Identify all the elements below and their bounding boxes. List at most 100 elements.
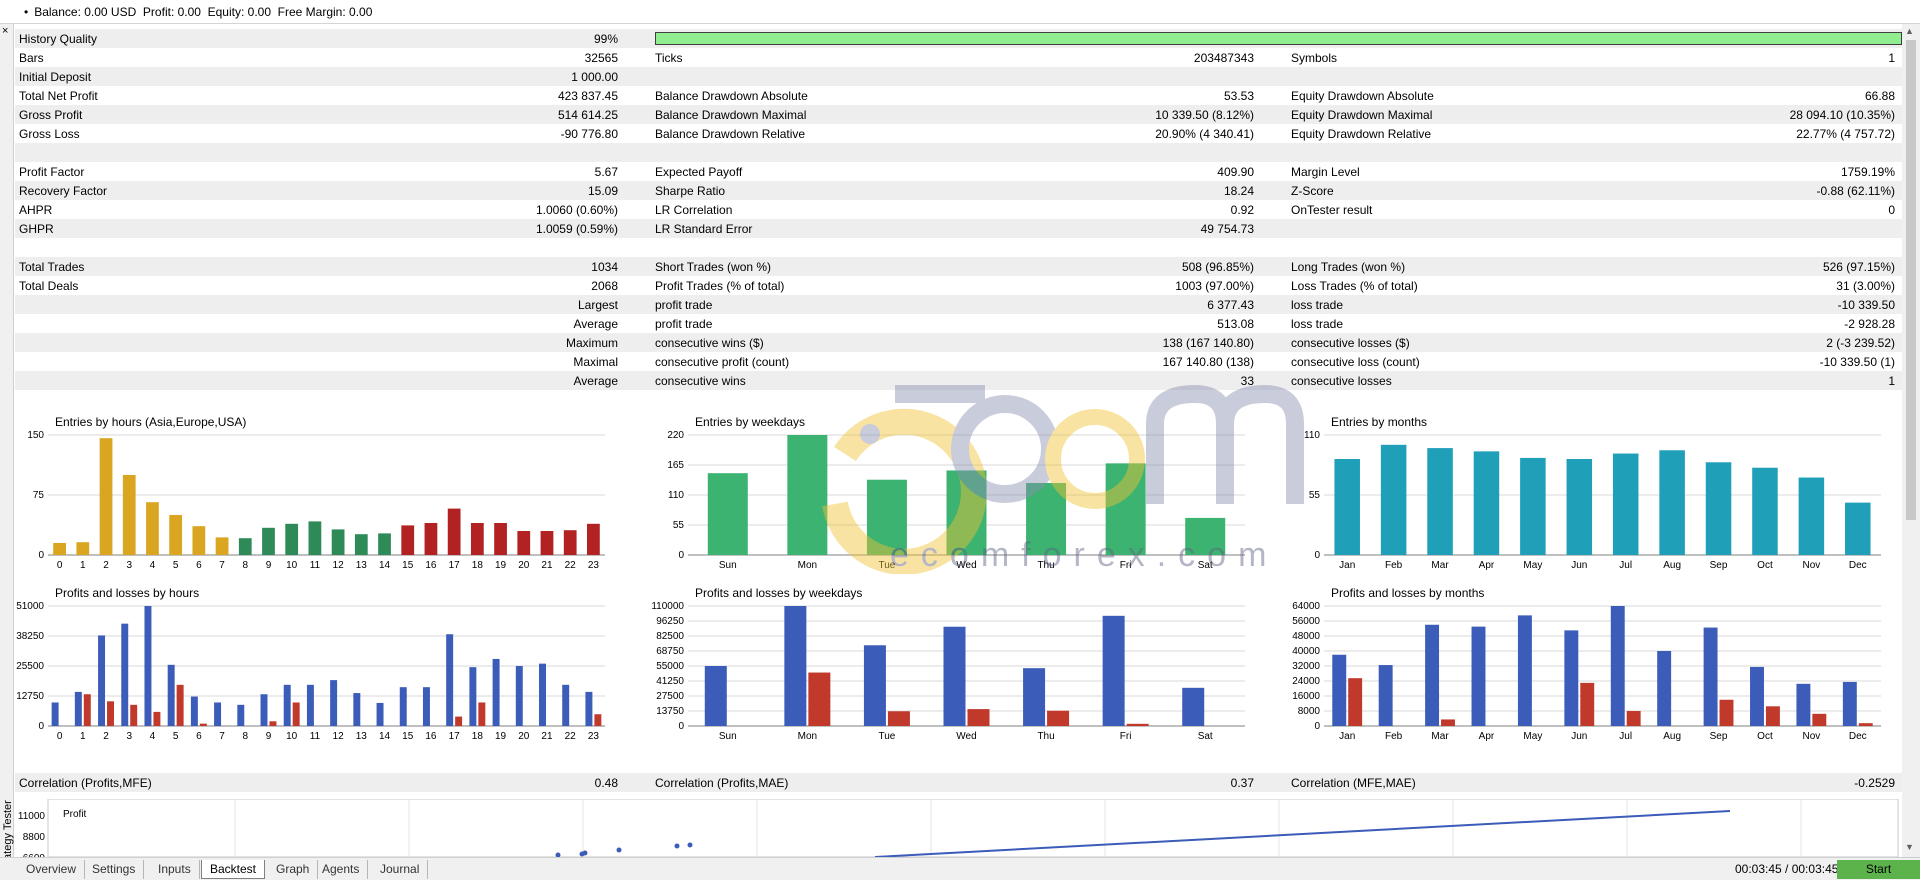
elapsed-timer: 00:03:45 / 00:03:45 xyxy=(1735,862,1839,876)
x-tick-label: 19 xyxy=(495,560,507,571)
stat-value: 20.90% (4 340.41) xyxy=(1155,127,1254,141)
profit-bar xyxy=(144,606,152,726)
tab-settings[interactable]: Settings xyxy=(84,860,145,879)
x-tick-label: 14 xyxy=(379,731,391,742)
stat-label: Balance Drawdown Absolute xyxy=(655,89,808,103)
x-tick-label: 7 xyxy=(219,731,225,742)
y-tick-label: 8800 xyxy=(23,832,46,843)
stat-value: 28 094.10 (10.35%) xyxy=(1789,108,1895,122)
x-tick-label: Jun xyxy=(1571,560,1587,571)
scrollbar-thumb[interactable] xyxy=(1906,40,1916,520)
entries-bar xyxy=(238,538,252,555)
stat-value: 6 377.43 xyxy=(1207,298,1254,312)
tab-overview[interactable]: Overview xyxy=(18,860,86,879)
stat-value: 0.48 xyxy=(594,776,618,790)
vertical-scrollbar[interactable]: ▲ ▼ xyxy=(1902,24,1920,857)
profit-bar xyxy=(74,691,82,726)
y-tick-label: 150 xyxy=(27,430,44,441)
loss-bar xyxy=(107,701,114,726)
x-tick-label: Mar xyxy=(1431,560,1449,571)
x-tick-label: Jun xyxy=(1571,731,1587,742)
scatter-point xyxy=(582,850,588,856)
profit-bar xyxy=(1425,624,1440,726)
strategy-tester-side-tab[interactable]: × Strategy Tester xyxy=(0,24,14,874)
tab-backtest[interactable]: Backtest xyxy=(201,860,266,879)
x-tick-label: Nov xyxy=(1802,560,1820,571)
stat-value: 167 140.80 (138) xyxy=(1162,355,1254,369)
entries-bar xyxy=(1185,517,1226,555)
y-tick-label: 11000 xyxy=(18,811,46,822)
profit-bar xyxy=(1703,627,1718,726)
stat-value: Largest xyxy=(577,298,618,312)
stat-value: Maximal xyxy=(573,355,618,369)
x-tick-label: 15 xyxy=(402,560,414,571)
stat-value: 2068 xyxy=(591,279,618,293)
y-tick-label: 110 xyxy=(1304,430,1320,441)
stat-value: 1 000.00 xyxy=(571,70,618,84)
profit-bar xyxy=(283,684,291,726)
stat-label: Sharpe Ratio xyxy=(655,184,726,198)
tab-graph[interactable]: Graph xyxy=(268,860,319,879)
bar-chart: Profits and losses by hours 0 12750 25500 38… xyxy=(15,586,615,746)
loss-bar xyxy=(1858,723,1873,726)
x-tick-label: 4 xyxy=(150,731,156,742)
profit-bar xyxy=(1564,630,1579,726)
profit-bar xyxy=(1023,668,1046,726)
entries-bar xyxy=(1105,463,1146,555)
loss-bar xyxy=(269,721,277,726)
y-tick-label: 0 xyxy=(1314,550,1320,561)
entries-bar xyxy=(378,533,391,555)
x-tick-label: 12 xyxy=(333,560,345,571)
loss-bar xyxy=(1441,719,1455,726)
stat-label: loss trade xyxy=(1291,317,1344,331)
x-tick-label: Apr xyxy=(1479,731,1495,742)
x-tick-label: 12 xyxy=(333,731,345,742)
entries-bar xyxy=(262,527,275,555)
x-tick-label: 5 xyxy=(173,731,179,742)
stat-label: Bars xyxy=(19,51,44,65)
profit-bar xyxy=(585,691,593,726)
entries-bar xyxy=(1845,502,1871,555)
scroll-down-icon[interactable]: ▼ xyxy=(1905,842,1914,852)
x-tick-label: 2 xyxy=(103,560,109,571)
tab-agents[interactable]: Agents xyxy=(314,860,369,879)
x-tick-label: Feb xyxy=(1385,560,1403,571)
x-tick-label: 20 xyxy=(518,560,530,571)
scroll-up-icon[interactable]: ▲ xyxy=(1905,26,1914,36)
loss-bar xyxy=(130,704,138,726)
stat-label: GHPR xyxy=(19,222,54,236)
scatter-point xyxy=(674,843,680,849)
stat-label: Gross Loss xyxy=(19,127,80,141)
x-tick-label: 17 xyxy=(449,560,461,571)
x-tick-label: Sep xyxy=(1710,560,1728,571)
stat-value: 99% xyxy=(593,32,618,46)
scatter-svg: 6600880011000Profit xyxy=(18,798,1899,857)
stat-value: -2 928.28 xyxy=(1844,317,1895,331)
profit-bar xyxy=(353,693,361,726)
stat-label: OnTester result xyxy=(1291,203,1373,217)
x-tick-label: Mon xyxy=(798,560,817,571)
start-button[interactable]: Start xyxy=(1837,860,1920,879)
y-tick-label: 16000 xyxy=(1292,691,1320,702)
y-tick-label: 55 xyxy=(673,520,685,531)
loss-bar xyxy=(153,711,161,726)
tab-inputs[interactable]: Inputs xyxy=(150,860,200,879)
tab-journal[interactable]: Journal xyxy=(372,860,429,879)
stat-value: Maximum xyxy=(565,336,618,350)
entries-bar xyxy=(517,531,531,555)
chart-svg: 0 55 110 Jan Feb Mar Apr May Jun Jul Aug Sep Oct Nov D… xyxy=(1304,430,1881,571)
profit-bar xyxy=(1378,665,1393,726)
close-icon[interactable]: × xyxy=(2,26,8,37)
y-tick-label: 96250 xyxy=(656,616,684,627)
stats-row: Gross Loss -90 776.80 Balance Drawdown Rel… xyxy=(15,124,1902,143)
y-tick-label: 51000 xyxy=(16,601,44,612)
stat-value: 508 (96.85%) xyxy=(1181,260,1254,274)
entries-bar xyxy=(1566,459,1593,555)
stat-label: Z-Score xyxy=(1291,184,1334,198)
stat-value: 22.77% (4 757.72) xyxy=(1796,127,1895,141)
x-tick-label: Mon xyxy=(798,731,817,742)
stat-value: -10 339.50 (1) xyxy=(1819,355,1895,369)
stat-value: 53.53 xyxy=(1223,89,1254,103)
stat-label: LR Correlation xyxy=(655,203,733,217)
x-tick-label: 16 xyxy=(425,731,437,742)
